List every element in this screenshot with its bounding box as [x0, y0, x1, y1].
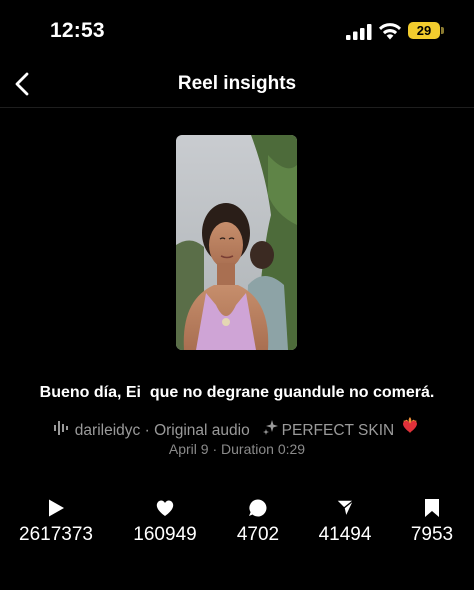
audio-wave-icon	[53, 421, 68, 435]
reel-duration: Duration 0:29	[221, 441, 306, 457]
stats-row: 2617373 160949 4702 41494 7953	[0, 498, 474, 558]
reel-thumbnail[interactable]	[176, 135, 297, 350]
battery-tip	[441, 27, 444, 34]
effect-label[interactable]: PERFECT SKIN	[282, 422, 395, 440]
stat-saves[interactable]: 7953	[377, 498, 474, 546]
audio-label[interactable]: Original audio	[154, 422, 250, 440]
plays-count: 2617373	[19, 524, 93, 545]
reel-meta-row: darileidyc · Original audio PERFECT SKIN	[0, 415, 474, 440]
heart-on-fire-icon	[403, 417, 418, 433]
reel-caption: Bueno día, Ei que no degrane guandule no…	[39, 384, 435, 401]
date-separator: ·	[212, 441, 218, 457]
reel-date: April 9	[168, 441, 209, 457]
status-time: 12:53	[50, 19, 105, 42]
heart-icon	[156, 500, 174, 516]
comment-icon	[249, 499, 267, 517]
reel-date-row: April 9 · Duration 0:29	[0, 441, 474, 457]
saves-count: 7953	[410, 524, 454, 545]
nav-header: Reel insights	[0, 60, 474, 108]
save-icon	[425, 499, 439, 517]
wifi-icon	[379, 23, 401, 40]
battery-icon: 29	[408, 22, 440, 39]
page-title: Reel insights	[177, 73, 297, 94]
status-bar: 12:53 29	[0, 0, 474, 60]
stat-plays[interactable]: 2617373	[1, 498, 111, 546]
sparkle-icon	[262, 420, 278, 435]
share-icon	[335, 499, 355, 518]
cellular-signal-icon	[346, 24, 372, 40]
play-icon	[49, 499, 64, 517]
meta-separator: ·	[144, 421, 150, 439]
author-username[interactable]: darileidyc	[75, 422, 140, 440]
